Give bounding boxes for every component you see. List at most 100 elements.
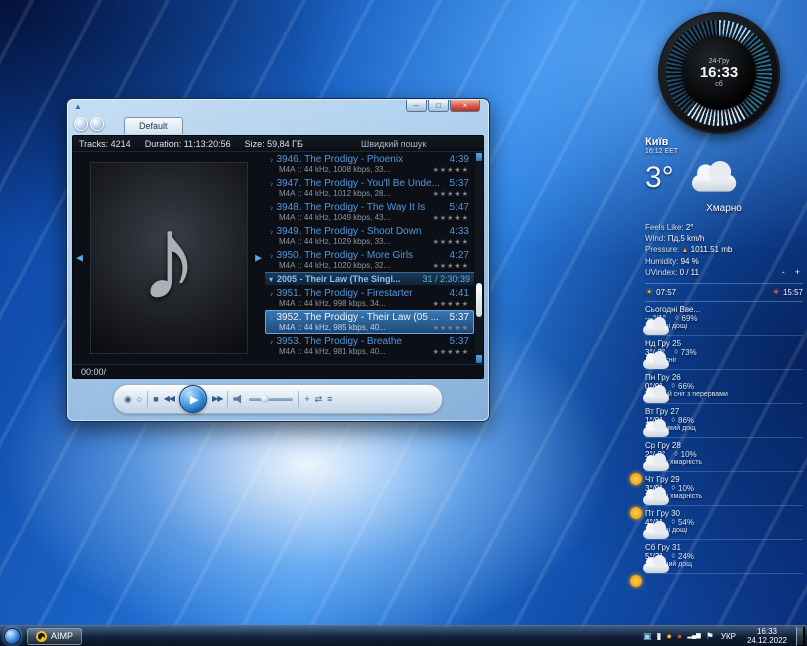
quick-menu-button[interactable] xyxy=(90,117,104,131)
volume-icon[interactable] xyxy=(233,395,244,404)
precip-icon: ◊ xyxy=(672,519,675,526)
show-desktop-button[interactable] xyxy=(796,626,805,646)
previous-button[interactable]: ◀◀ xyxy=(164,395,174,403)
network-icon[interactable]: ▂▄▆ xyxy=(687,633,700,639)
volume-slider-thumb[interactable] xyxy=(261,395,269,403)
music-note-icon: ♪ xyxy=(139,198,199,318)
clock-time: 16:33 xyxy=(700,65,738,82)
forecast-row[interactable]: Ср Гру 28 2°/-2°◊10% Значна хмарність xyxy=(645,438,803,472)
precip-icon: ◊ xyxy=(672,485,675,492)
minimize-button[interactable]: – xyxy=(406,100,427,112)
forecast-row[interactable]: Нд Гру 25 3°/-2°◊73% Дощ / сніг xyxy=(645,336,803,370)
track-time: 5:37 xyxy=(450,312,469,323)
play-button[interactable]: ▶ xyxy=(179,385,207,413)
art-next-button[interactable]: ▶ xyxy=(255,253,262,264)
stop-button[interactable]: ■ xyxy=(153,395,158,404)
forecast-row[interactable]: Вт Гру 27 1°/0°◊86% Невеликий дощ xyxy=(645,404,803,438)
add-button[interactable]: + xyxy=(304,395,309,404)
volume-slider[interactable] xyxy=(249,398,293,401)
track-rating[interactable]: ★★★★★ xyxy=(433,214,469,222)
art-prev-button[interactable]: ◀ xyxy=(76,253,83,264)
precip-chance: 66% xyxy=(678,382,694,391)
widget-plus-button[interactable]: + xyxy=(792,268,803,277)
scroll-up-button[interactable] xyxy=(476,153,482,161)
track-rating[interactable]: ★★★★★ xyxy=(433,190,469,198)
weather-location[interactable]: Київ xyxy=(645,136,803,148)
tray-clock[interactable]: 16:33 24.12.2022 xyxy=(743,627,791,645)
track-rating[interactable]: ★★★★★ xyxy=(433,300,469,308)
weather-details: Feels Like: 2° Wind: Пд,5 km/h Pressure:… xyxy=(645,222,803,278)
cloud-icon xyxy=(692,161,743,195)
playlist-menu-button[interactable]: ≡ xyxy=(327,395,332,404)
divider xyxy=(298,391,299,407)
caption-buttons: – □ × xyxy=(405,100,480,112)
track-details: M4A :: 44 kHz, 1029 kbps, 33... xyxy=(270,237,430,246)
forecast-row[interactable]: Пт Гру 30 4°/1°◊54% Зливові дощі xyxy=(645,506,803,540)
track-time: 4:33 xyxy=(450,226,469,237)
forecast-row[interactable]: Сб Гру 31 5°/3°◊24% Зливовий дощ xyxy=(645,540,803,574)
taskbar: AIMP ▣ ▮ ● ● ▂▄▆ ⚑ УКР 16:33 24.12.2022 xyxy=(0,625,807,646)
security-icon[interactable]: ● xyxy=(677,632,682,641)
forecast-day: Ср Гру 28 xyxy=(645,441,803,450)
record-button[interactable]: ◉ xyxy=(124,395,132,404)
shuffle-button[interactable]: ⇄ xyxy=(315,395,323,404)
feels-like-label: Feels Like: xyxy=(645,223,684,232)
playlist-size: Size: 59,84 ГБ xyxy=(245,139,303,149)
close-button[interactable]: × xyxy=(450,100,480,112)
search-input[interactable] xyxy=(359,138,477,150)
aimp-tray-icon[interactable]: ● xyxy=(666,632,671,641)
track-row[interactable]: ♪3948. The Prodigy - The Way It Is5:47 M… xyxy=(265,200,474,224)
taskbar-aimp-button[interactable]: AIMP xyxy=(27,628,82,645)
taskbar-aimp-label: AIMP xyxy=(51,631,73,641)
display-icon[interactable]: ▣ xyxy=(643,632,652,641)
track-row-selected[interactable]: ♪3952. The Prodigy - Their Law (05 ...5:… xyxy=(265,310,474,334)
battery-icon[interactable]: ▮ xyxy=(656,632,661,641)
main-menu-button[interactable] xyxy=(74,117,88,131)
humidity-label: Humidity: xyxy=(645,257,678,266)
group-info: 31 / 2:30:39 xyxy=(422,274,470,284)
track-rating[interactable]: ★★★★★ xyxy=(433,238,469,246)
scheduler-button[interactable]: ○ xyxy=(137,395,142,404)
track-title: 3949. The Prodigy - Shoot Down xyxy=(277,226,447,237)
language-indicator[interactable]: УКР xyxy=(719,632,738,641)
playlist-info-bar: Tracks: 4214 Duration: 11:13:20:56 Size:… xyxy=(73,136,483,152)
playlist-tab-default[interactable]: Default xyxy=(124,117,183,134)
precip-icon: ◊ xyxy=(674,451,677,458)
maximize-button[interactable]: □ xyxy=(428,100,449,112)
track-row[interactable]: ♪3949. The Prodigy - Shoot Down4:33 M4A … xyxy=(265,224,474,248)
track-row[interactable]: ♪3946. The Prodigy - Phoenix4:39 M4A :: … xyxy=(265,152,474,176)
track-row[interactable]: ♪3953. The Prodigy - Breathe5:37 M4A :: … xyxy=(265,334,474,358)
forecast-row[interactable]: Сьогодні Вве... ---°/1°◊69% Зливові дощі xyxy=(645,302,803,336)
forecast-day: Чт Гру 29 xyxy=(645,475,803,484)
scroll-down-button[interactable] xyxy=(476,355,482,363)
scrollbar-thumb[interactable] xyxy=(476,283,482,317)
playlist-scrollbar[interactable] xyxy=(475,152,483,364)
precip-chance: 73% xyxy=(681,348,697,357)
forecast-row[interactable]: Пн Гру 26 0°/0°◊66% Вечірній сніг з пере… xyxy=(645,370,803,404)
start-button[interactable] xyxy=(4,628,21,645)
control-bar: ◉ ○ ■ ◀◀ ▶ ▶▶ + ⇄ ≡ xyxy=(72,379,484,419)
precip-icon: ◊ xyxy=(672,553,675,560)
forecast-row[interactable]: Чт Гру 29 3°/0°◊10% Значна хмарність xyxy=(645,472,803,506)
album-group-header[interactable]: ▾ 2005 - Their Law (The Singl... 31 / 2:… xyxy=(265,272,474,286)
playlist: ♪3946. The Prodigy - Phoenix4:39 M4A :: … xyxy=(265,152,483,364)
widget-minus-button[interactable]: - xyxy=(779,268,788,277)
track-rating[interactable]: ★★★★★ xyxy=(433,262,469,270)
action-center-icon[interactable]: ⚑ xyxy=(706,632,714,641)
wind-label: Wind: xyxy=(645,234,665,243)
clock-widget[interactable]: 24-Гру 16:33 сб xyxy=(658,12,780,134)
collapse-icon[interactable]: ▾ xyxy=(269,275,273,284)
track-row[interactable]: ♪3950. The Prodigy - More Girls4:27 M4A … xyxy=(265,248,474,272)
track-icon: ♪ xyxy=(270,157,274,164)
next-button[interactable]: ▶▶ xyxy=(212,395,222,403)
track-rating[interactable]: ★★★★★ xyxy=(433,348,469,356)
track-row[interactable]: ♪3951. The Prodigy - Firestarter4:41 M4A… xyxy=(265,286,474,310)
track-row[interactable]: ♪3947. The Prodigy - You'll Be Unde...5:… xyxy=(265,176,474,200)
menu-row: Default xyxy=(72,115,484,135)
window-titlebar[interactable]: ▲ – □ × xyxy=(72,99,484,115)
weather-widget[interactable]: Київ 16:12 EET 3° Хмарно Feels Like: 2° … xyxy=(645,136,803,574)
track-icon: ♪ xyxy=(270,291,274,298)
divider xyxy=(147,391,148,407)
track-rating[interactable]: ★★★★★ xyxy=(433,166,469,174)
track-rating[interactable]: ★★★★★ xyxy=(433,324,469,332)
